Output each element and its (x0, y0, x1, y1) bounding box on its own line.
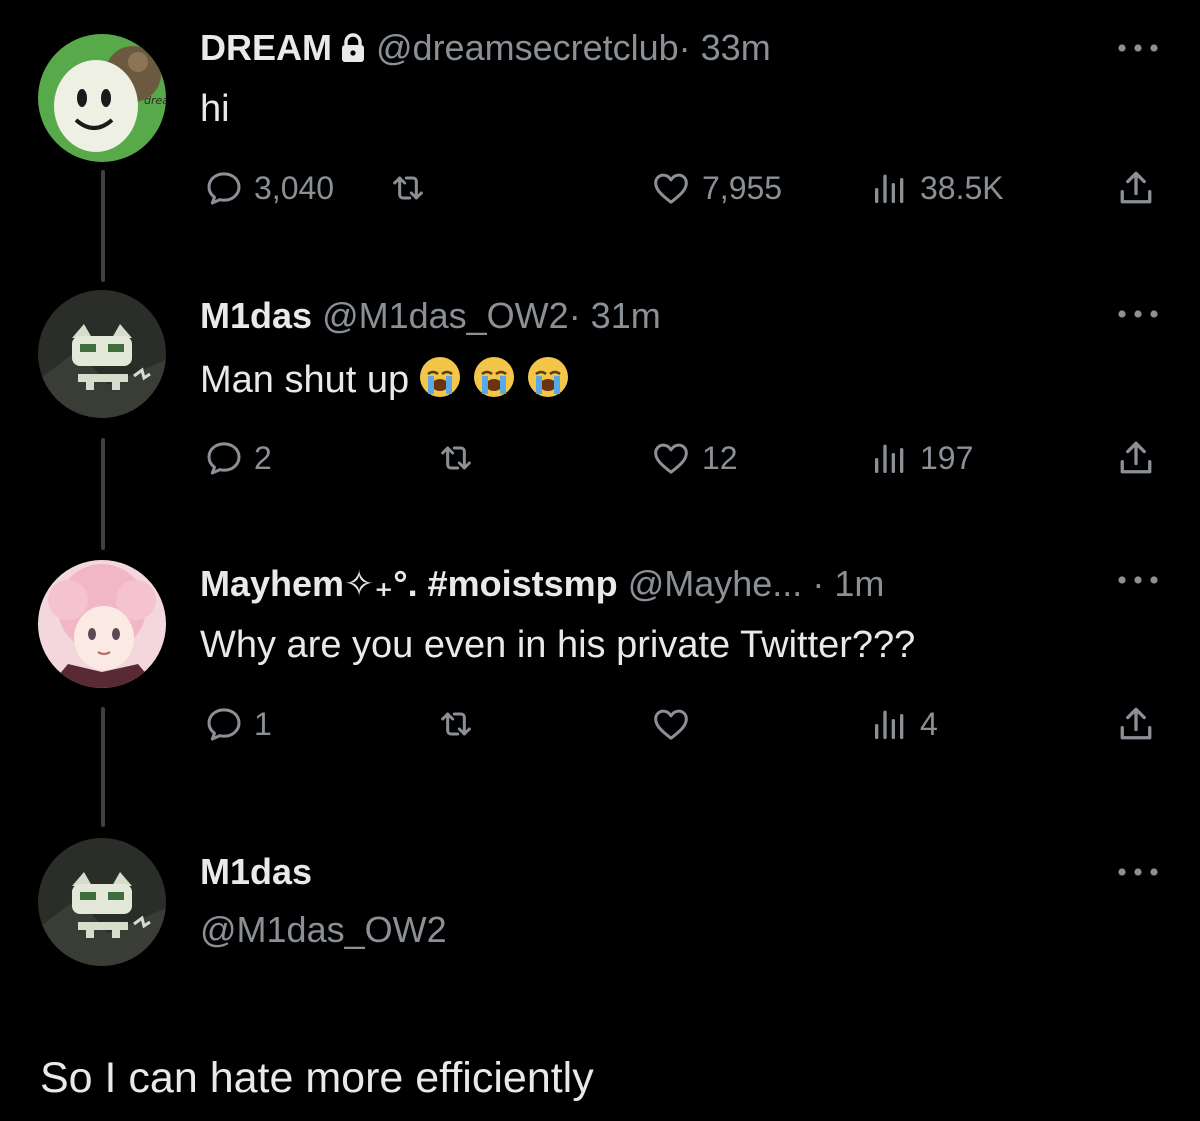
tweet-text: So I can hate more efficiently (40, 1054, 594, 1102)
tweet-header: M1das @M1das_OW2· 31m (200, 294, 661, 338)
loudly-crying-face-icon (525, 354, 571, 411)
like-button[interactable] (650, 704, 702, 744)
heart-icon (654, 709, 688, 740)
m1das-avatar-image (38, 290, 166, 418)
display-name-row: M1das (200, 850, 312, 894)
share-icon (1120, 171, 1152, 204)
display-name[interactable]: M1das (200, 851, 312, 892)
avatar[interactable]: dream (38, 34, 166, 162)
views-icon (875, 444, 904, 473)
views-button[interactable]: 197 (870, 438, 973, 478)
avatar[interactable] (38, 838, 166, 966)
reply-button[interactable]: 1 (204, 704, 272, 744)
reply-icon (207, 708, 241, 741)
thread-line (101, 707, 105, 827)
views-button[interactable]: 38.5K (870, 168, 1004, 208)
share-icon (1120, 707, 1152, 740)
display-name[interactable]: DREAM (200, 27, 332, 68)
timestamp[interactable]: · 1m (812, 563, 884, 604)
tweet-text: Why are you even in his private Twitter?… (200, 624, 916, 666)
like-count: 12 (702, 440, 738, 476)
more-icon[interactable] (1116, 308, 1160, 320)
like-count: 7,955 (702, 170, 783, 206)
more-icon[interactable] (1116, 42, 1160, 54)
m1das-avatar-image (38, 838, 166, 966)
more-icon[interactable] (1116, 866, 1160, 878)
retweet-button[interactable] (436, 704, 486, 744)
handle-row: @M1das_OW2 (200, 908, 447, 952)
reply-count: 2 (254, 440, 272, 476)
retweet-icon (393, 176, 423, 200)
user-handle[interactable]: @M1das_OW2 (322, 295, 569, 336)
avatar-label: dream (144, 94, 166, 107)
thread-line (101, 438, 105, 550)
avatar[interactable] (38, 560, 166, 688)
avatar[interactable] (38, 290, 166, 418)
tweet-text: Man shut up (200, 359, 410, 401)
share-icon (1120, 441, 1152, 474)
loudly-crying-face-icon (471, 354, 517, 411)
thread-line (101, 170, 105, 282)
view-count: 4 (920, 706, 938, 742)
retweet-icon (441, 712, 471, 736)
mayhem-avatar-image (38, 560, 166, 688)
lock-icon (340, 29, 366, 73)
tweet-header: DREAM @dreamsecretclub· 33m (200, 26, 771, 73)
view-count: 38.5K (920, 170, 1004, 206)
reply-button[interactable]: 2 (204, 438, 272, 478)
tweet-header: Mayhem✧₊°. #moistsmp @Mayhe... · 1m (200, 562, 884, 606)
timestamp[interactable]: · 31m (569, 295, 661, 336)
retweet-button[interactable] (436, 438, 486, 478)
reply-icon (207, 172, 241, 205)
share-button[interactable] (1114, 702, 1168, 746)
reply-button[interactable]: 3,040 (204, 168, 334, 208)
reply-icon (207, 442, 241, 475)
user-handle[interactable]: @M1das_OW2 (200, 909, 447, 950)
retweet-button[interactable] (388, 168, 438, 208)
reply-count: 3,040 (254, 170, 335, 206)
like-button[interactable]: 12 (650, 438, 738, 478)
views-icon (875, 710, 904, 739)
tweet-text: hi (200, 88, 230, 130)
retweet-icon (441, 446, 471, 470)
heart-icon (654, 173, 688, 204)
reply-count: 1 (254, 706, 272, 742)
heart-icon (654, 443, 688, 474)
view-count: 197 (920, 440, 974, 476)
display-name[interactable]: Mayhem✧₊°. #moistsmp (200, 563, 618, 604)
user-handle[interactable]: @Mayhe... (628, 563, 803, 604)
more-icon[interactable] (1116, 574, 1160, 586)
dream-avatar-image: dream (38, 34, 166, 162)
user-handle[interactable]: @dreamsecretclub (376, 27, 679, 68)
views-button[interactable]: 4 (870, 704, 938, 744)
display-name[interactable]: M1das (200, 295, 312, 336)
tweet-text-row: Man shut up (200, 354, 571, 411)
share-button[interactable] (1114, 166, 1168, 210)
like-button[interactable]: 7,955 (650, 168, 782, 208)
share-button[interactable] (1114, 436, 1168, 480)
timestamp[interactable]: · 33m (679, 27, 771, 68)
views-icon (875, 174, 904, 203)
loudly-crying-face-icon (417, 354, 463, 411)
